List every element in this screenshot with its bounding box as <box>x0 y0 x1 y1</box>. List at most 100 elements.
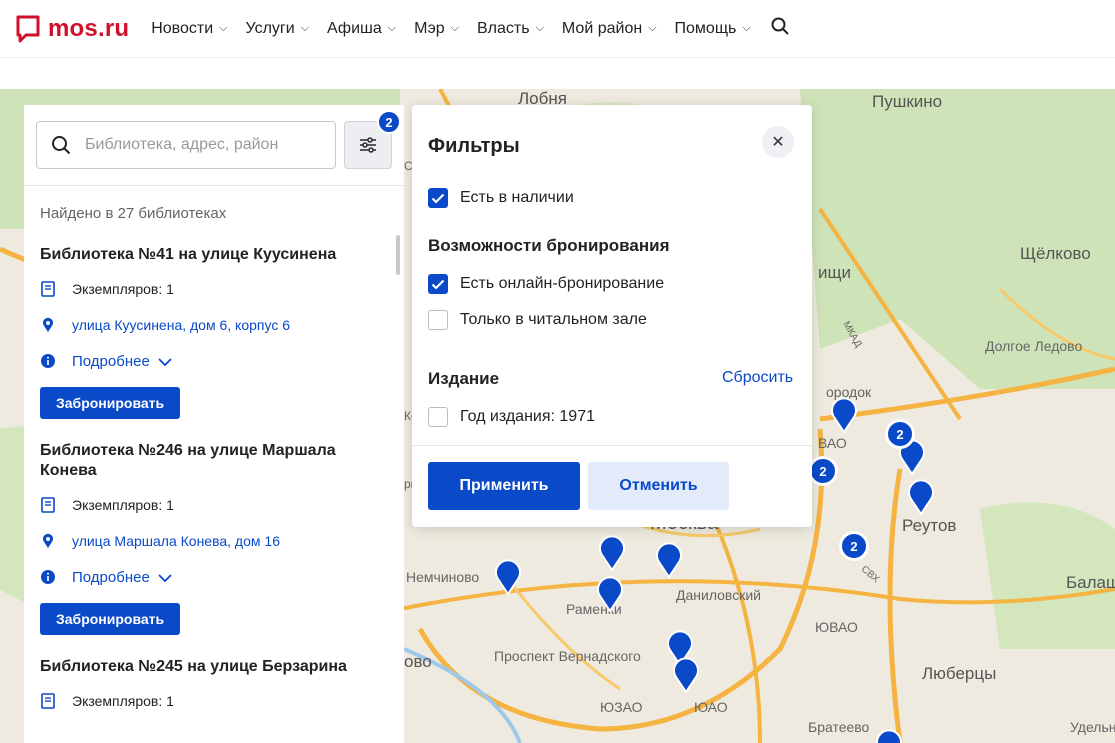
map-pin-icon[interactable] <box>907 479 935 515</box>
nav-label: Услуги <box>245 19 295 37</box>
year-checkbox-row[interactable]: Год издания: 1971 <box>428 407 595 427</box>
checkbox-unchecked[interactable] <box>428 310 448 330</box>
search-field[interactable] <box>36 121 336 169</box>
copies-row: Экземпляров: 1 <box>40 495 390 515</box>
checkbox-label: Год издания: 1971 <box>460 408 595 425</box>
copies-row: Экземпляров: 1 <box>40 691 390 711</box>
nav-label: Мэр <box>414 19 445 37</box>
cancel-button[interactable]: Отменить <box>588 462 729 510</box>
map-cluster[interactable]: 2 <box>885 419 915 449</box>
library-title[interactable]: Библиотека №246 на улице Маршала Конева <box>40 441 390 481</box>
map-label: Немчиново <box>406 569 480 585</box>
nav-item-afisha[interactable]: Афиша ⌵ <box>327 20 396 38</box>
nav-label: Помощь <box>674 19 737 37</box>
map-label: ЮЗАО <box>600 699 643 715</box>
checkbox-checked[interactable] <box>428 188 448 208</box>
more-link[interactable]: Подробнее <box>72 353 150 370</box>
chevron-down-icon: ⌵ <box>535 22 544 34</box>
map-pin-icon[interactable] <box>875 729 903 743</box>
chevron-down-icon: ⌵ <box>387 22 397 34</box>
reading-room-checkbox-row[interactable]: Только в читальном зале <box>428 310 647 330</box>
map-label: Балаши <box>1066 573 1115 592</box>
in-stock-checkbox-row[interactable]: Есть в наличии <box>428 188 574 208</box>
location-pin-icon <box>40 317 56 333</box>
search-icon <box>52 136 71 155</box>
map-label: Реутов <box>902 516 957 535</box>
address-link[interactable]: улица Маршала Конева, дом 16 <box>72 533 280 549</box>
list-item: Библиотека №245 на улице Берзарина Экзем… <box>40 657 390 711</box>
map-label: Долгое Ледово <box>985 338 1083 354</box>
map-label: ищи <box>818 263 851 282</box>
more-row[interactable]: Подробнее <box>40 567 390 587</box>
library-title[interactable]: Библиотека №245 на улице Берзарина <box>40 657 390 677</box>
search-input[interactable] <box>85 136 315 154</box>
map-label: Удельн <box>1070 719 1115 735</box>
nav-item-services[interactable]: Услуги ⌵ <box>246 20 310 38</box>
nav-label: Мой район <box>561 19 643 37</box>
logo-icon <box>16 15 40 42</box>
chevron-down-icon: ⌵ <box>648 22 657 34</box>
nav-label: Новости <box>151 19 214 37</box>
list-item: Библиотека №246 на улице Маршала Конева … <box>40 441 390 635</box>
library-title[interactable]: Библиотека №41 на улице Куусинена <box>40 245 390 265</box>
map-label: Даниловский <box>676 587 761 603</box>
apply-button[interactable]: Применить <box>428 462 580 510</box>
address-row[interactable]: улица Куусинена, дом 6, корпус 6 <box>40 315 390 335</box>
filter-count-badge: 2 <box>377 110 401 134</box>
book-button[interactable]: Забронировать <box>40 387 181 419</box>
book-button[interactable]: Забронировать <box>40 603 181 635</box>
booking-heading: Возможности бронирования <box>428 236 670 255</box>
map-pin-icon[interactable] <box>672 657 700 693</box>
library-list: Библиотека №41 на улице Куусинена Экземп… <box>40 245 390 733</box>
info-icon <box>40 353 56 369</box>
map-cluster[interactable]: 2 <box>839 531 869 561</box>
location-pin-icon <box>40 533 56 549</box>
address-link[interactable]: улица Куусинена, дом 6, корпус 6 <box>72 317 290 333</box>
filters-title: Фильтры <box>428 135 520 157</box>
map-pin-icon[interactable] <box>596 576 624 612</box>
site-header: mos.ru Новости ⌵ Услуги ⌵ Афиша ⌵ Мэр ⌵ Влас… <box>0 0 1115 58</box>
more-row[interactable]: Подробнее <box>40 351 390 371</box>
copies-text: Экземпляров: 1 <box>72 281 174 297</box>
map-label: ЮВАО <box>815 619 858 635</box>
filters-popup: Фильтры ✕ Есть в наличии Возможности бро… <box>412 105 812 527</box>
nav-item-my-district[interactable]: Мой район ⌵ <box>562 20 657 38</box>
mos-logo[interactable]: mos.ru <box>16 15 129 43</box>
map-pin-icon[interactable] <box>830 397 858 433</box>
checkbox-label: Есть в наличии <box>460 189 574 206</box>
reset-link[interactable]: Сбросить <box>722 369 793 387</box>
divider <box>24 185 404 186</box>
chevron-down-icon <box>158 569 172 586</box>
list-item: Библиотека №41 на улице Куусинена Экземп… <box>40 245 390 419</box>
divider <box>412 445 812 446</box>
address-row[interactable]: улица Маршала Конева, дом 16 <box>40 531 390 551</box>
nav-label: Афиша <box>327 19 382 37</box>
checkbox-checked[interactable] <box>428 274 448 294</box>
online-booking-checkbox-row[interactable]: Есть онлайн-бронирование <box>428 274 664 294</box>
scrollbar[interactable] <box>396 235 400 275</box>
map-label: Пушкино <box>872 92 943 111</box>
checkbox-label: Только в читальном зале <box>460 311 647 328</box>
more-link[interactable]: Подробнее <box>72 569 150 586</box>
close-button[interactable]: ✕ <box>762 126 794 158</box>
map-pin-icon[interactable] <box>494 559 522 595</box>
map-cluster[interactable]: 2 <box>808 456 838 486</box>
search-icon[interactable] <box>771 17 789 40</box>
nav-label: Власть <box>477 19 530 37</box>
nav-item-mayor[interactable]: Мэр ⌵ <box>414 20 459 38</box>
map-pin-icon[interactable] <box>655 542 683 578</box>
chevron-down-icon: ⌵ <box>219 22 228 34</box>
map-pin-icon[interactable] <box>598 535 626 571</box>
copies-text: Экземпляров: 1 <box>72 497 174 513</box>
book-icon <box>40 693 56 709</box>
chevron-down-icon <box>158 353 172 370</box>
nav-item-government[interactable]: Власть ⌵ <box>477 20 544 38</box>
book-icon <box>40 281 56 297</box>
chevron-down-icon: ⌵ <box>742 22 751 34</box>
checkbox-unchecked[interactable] <box>428 407 448 427</box>
nav-item-news[interactable]: Новости ⌵ <box>151 20 227 38</box>
logo-text: mos.ru <box>48 14 130 42</box>
library-list-panel: 2 Найдено в 27 библиотеках Библиотека №4… <box>24 105 404 743</box>
nav-item-help[interactable]: Помощь ⌵ <box>675 20 751 38</box>
main-nav: Новости ⌵ Услуги ⌵ Афиша ⌵ Мэр ⌵ Власть ⌵ Мой… <box>151 17 789 40</box>
